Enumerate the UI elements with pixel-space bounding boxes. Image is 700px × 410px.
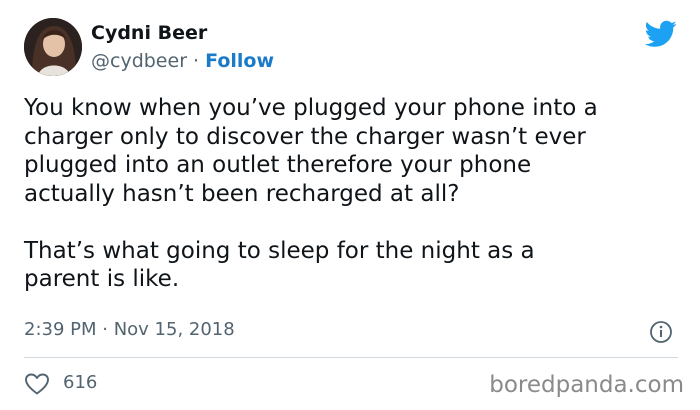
follow-button[interactable]: Follow [205,50,274,72]
tweet-line: That’s what going to sleep for the night… [24,237,535,264]
watermark: boredpanda.com [489,372,684,398]
tweet-line: You know when you’ve plugged your phone … [24,95,598,121]
tweet-line: charger only to discover the charger was… [24,123,586,150]
twitter-bird-icon[interactable] [644,20,677,48]
tweet-card: Cydni Beer @cydbeer · Follow You know wh… [0,0,700,410]
tweet-line: actually hasn’t been recharged at all? [24,180,460,207]
author-handle[interactable]: @cydbeer [91,50,187,72]
tweet-line: parent is like. [24,266,180,292]
info-icon[interactable] [649,320,673,344]
author-name[interactable]: Cydni Beer [91,22,207,44]
tweet-line: plugged into an outlet therefore your ph… [24,152,532,178]
handle-separator: · [187,50,206,72]
heart-icon[interactable] [24,372,50,396]
tweet-text: You know when you’ve plugged your phone … [24,94,689,294]
author-handle-row: @cydbeer · Follow [91,50,274,72]
avatar[interactable] [24,18,82,76]
like-count: 616 [63,372,98,393]
divider [24,357,678,358]
tweet-timestamp[interactable]: 2:39 PM · Nov 15, 2018 [24,319,235,340]
